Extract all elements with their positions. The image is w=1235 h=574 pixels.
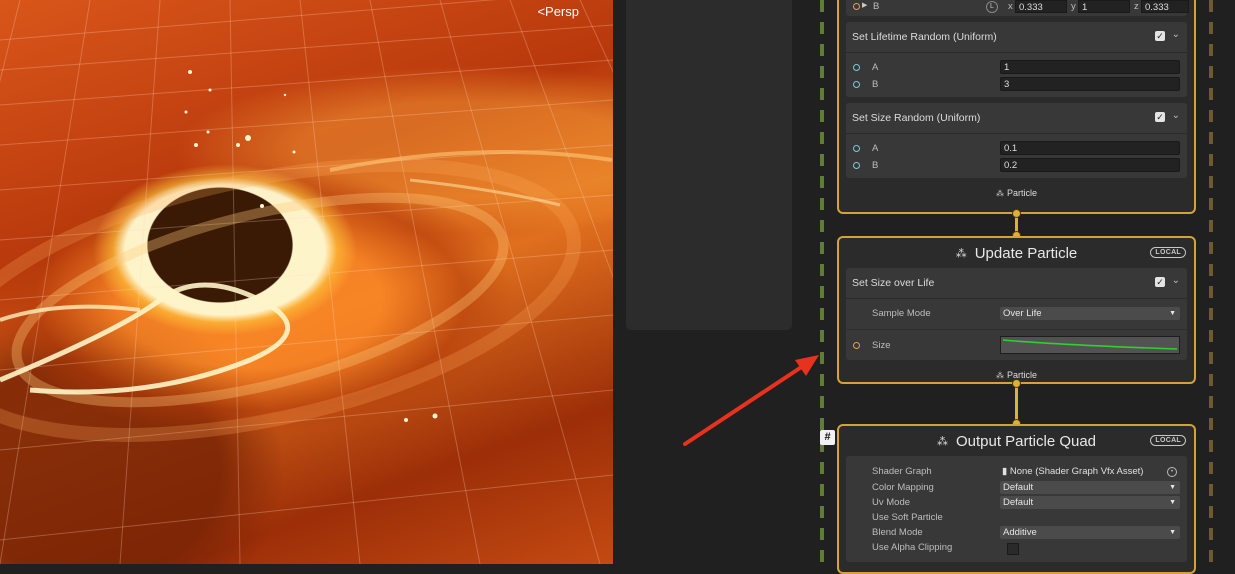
annotation-arrow	[683, 355, 819, 446]
